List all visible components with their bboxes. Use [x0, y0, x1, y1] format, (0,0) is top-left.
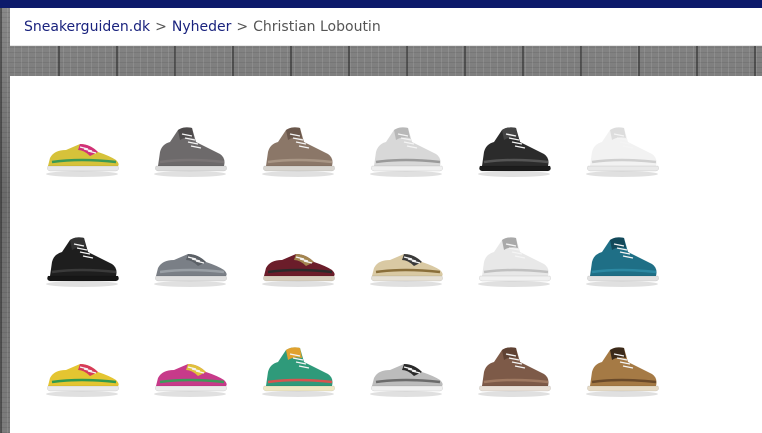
gallery-item[interactable] [246, 336, 354, 433]
breadcrumb-separator: > [236, 18, 249, 35]
sneaker-thumbnail[interactable] [40, 232, 124, 292]
gallery-item[interactable] [462, 116, 570, 226]
breadcrumb: Sneakerguiden.dk > Nyheder > Christian L… [10, 8, 762, 46]
gallery-item[interactable] [570, 226, 678, 336]
sneaker-thumbnail[interactable] [364, 122, 448, 182]
sneaker-thumbnail[interactable] [580, 122, 664, 182]
gallery-item[interactable] [30, 226, 138, 336]
gallery-item[interactable] [246, 116, 354, 226]
sneaker-thumbnail[interactable] [148, 342, 232, 402]
content-area [10, 76, 762, 433]
gallery-item[interactable] [354, 226, 462, 336]
breadcrumb-current: Christian Loboutin [253, 18, 381, 35]
gallery-item[interactable] [462, 226, 570, 336]
sneaker-thumbnail[interactable] [256, 122, 340, 182]
gallery-item[interactable] [570, 336, 678, 433]
breadcrumb-home-link[interactable]: Sneakerguiden.dk [24, 19, 150, 35]
sneaker-thumbnail[interactable] [148, 122, 232, 182]
gallery-item[interactable] [138, 336, 246, 433]
gallery-item[interactable] [354, 116, 462, 226]
gallery-item[interactable] [570, 116, 678, 226]
gallery-item[interactable] [138, 116, 246, 226]
gallery-item[interactable] [246, 226, 354, 336]
gallery-item[interactable] [354, 336, 462, 433]
sneaker-thumbnail[interactable] [472, 232, 556, 292]
gallery-item[interactable] [30, 336, 138, 433]
gallery-item[interactable] [138, 226, 246, 336]
sneaker-thumbnail[interactable] [40, 342, 124, 402]
sneaker-thumbnail[interactable] [472, 122, 556, 182]
sneaker-thumbnail[interactable] [580, 342, 664, 402]
sneaker-thumbnail[interactable] [40, 122, 124, 182]
breadcrumb-section-link[interactable]: Nyheder [172, 19, 232, 35]
sneaker-thumbnail[interactable] [148, 232, 232, 292]
gallery-item[interactable] [462, 336, 570, 433]
gallery-item[interactable] [30, 116, 138, 226]
sneaker-thumbnail[interactable] [256, 232, 340, 292]
sneaker-thumbnail[interactable] [580, 232, 664, 292]
top-accent-bar [0, 0, 762, 8]
sneaker-thumbnail[interactable] [472, 342, 556, 402]
sneaker-thumbnail[interactable] [364, 342, 448, 402]
sneaker-thumbnail[interactable] [256, 342, 340, 402]
sneaker-thumbnail[interactable] [364, 232, 448, 292]
sneaker-gallery [30, 116, 678, 433]
breadcrumb-separator: > [155, 18, 167, 35]
